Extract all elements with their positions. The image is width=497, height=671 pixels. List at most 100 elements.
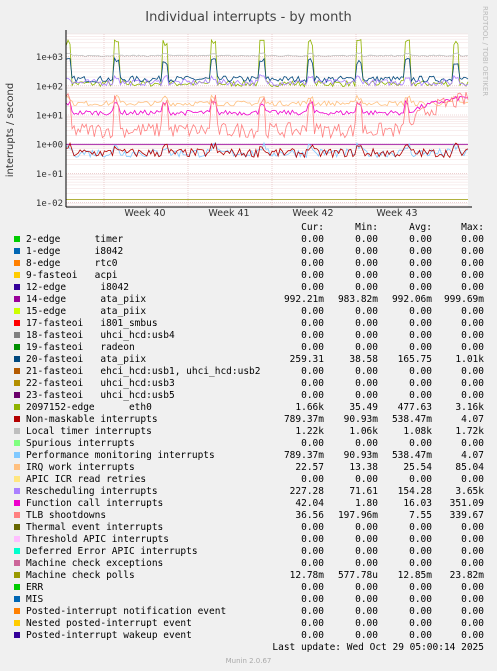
legend-value-avg: 0.00 <box>409 618 432 629</box>
legend-row: Posted-interrupt notification event 0.00 0… <box>0 606 497 618</box>
legend-row: Performance monitoring interrupts 789.37m… <box>0 450 497 462</box>
legend-value-cur: 259.31 <box>289 354 324 365</box>
legend-swatch <box>14 500 20 506</box>
legend-value-avg: 0.00 <box>409 270 432 281</box>
legend-row: Non-maskable interrupts 789.37m 90.93m 538.… <box>0 414 497 426</box>
legend-label: 2097152-edge eth0 <box>26 402 152 413</box>
x-tick-label: Week 43 <box>376 208 417 219</box>
legend-value-cur: 789.37m <box>283 450 324 461</box>
legend-row: Spurious interrupts 0.00 0.00 0.00 0.00 <box>0 438 497 450</box>
legend-swatch <box>14 236 20 242</box>
legend-swatch <box>14 548 20 554</box>
legend-row: 15-edge ata_piix 0.00 0.00 0.00 0.00 <box>0 306 497 318</box>
legend-row: 2-edge timer 0.00 0.00 0.00 0.00 <box>0 234 497 246</box>
legend-value-min: 0.00 <box>355 390 378 401</box>
legend-value-min: 0.00 <box>355 378 378 389</box>
legend-value-cur: 1.22k <box>295 426 324 437</box>
legend-label: Machine check exceptions <box>26 558 164 569</box>
legend-value-avg: 165.75 <box>397 354 432 365</box>
legend-swatch <box>14 572 20 578</box>
plot-background <box>66 34 468 207</box>
legend-value-avg: 0.00 <box>409 546 432 557</box>
y-tick-label: 1e+00 <box>36 141 63 151</box>
legend-value-cur: 12.78m <box>289 570 324 581</box>
legend-value-max: 999.69m <box>443 294 484 305</box>
legend-label: Local timer interrupts <box>26 426 152 437</box>
legend-row: 14-edge ata_piix 992.21m 983.82m 992.06m 999… <box>0 294 497 306</box>
legend-value-avg: 0.00 <box>409 438 432 449</box>
legend-value-min: 0.00 <box>355 270 378 281</box>
legend-value-cur: 0.00 <box>301 630 324 641</box>
legend-swatch <box>14 272 20 278</box>
legend-swatch <box>14 596 20 602</box>
legend-value-cur: 0.00 <box>301 582 324 593</box>
legend-value-cur: 36.56 <box>295 510 324 521</box>
legend-label: 20-fasteoi ata_piix <box>26 354 147 365</box>
x-tick-label: Week 41 <box>208 208 249 219</box>
legend-value-avg: 0.00 <box>409 390 432 401</box>
legend-value-min: 0.00 <box>355 630 378 641</box>
legend-value-max: 0.00 <box>461 522 484 533</box>
legend-value-cur: 0.00 <box>301 342 324 353</box>
y-tick-label: 1e+03 <box>36 53 63 63</box>
legend-label: ERR <box>26 582 44 593</box>
legend-value-max: 0.00 <box>461 390 484 401</box>
legend-value-cur: 0.00 <box>301 594 324 605</box>
legend-label: 18-fasteoi uhci_hcd:usb4 <box>26 330 175 341</box>
legend-value-max: 0.00 <box>461 246 484 257</box>
legend-value-cur: 1.66k <box>295 402 324 413</box>
legend-value-min: 90.93m <box>343 414 378 425</box>
legend-value-min: 577.78u <box>337 570 378 581</box>
legend-swatch <box>14 536 20 542</box>
legend-value-avg: 0.00 <box>409 318 432 329</box>
legend-value-min: 0.00 <box>355 594 378 605</box>
legend-column-header: Avg: <box>409 222 432 233</box>
legend-value-min: 1.80 <box>355 498 378 509</box>
last-update: Last update: Wed Oct 29 05:00:14 2025 <box>272 642 484 653</box>
legend-value-min: 1.06k <box>349 426 378 437</box>
legend-swatch <box>14 344 20 350</box>
legend-swatch <box>14 356 20 362</box>
legend-value-cur: 0.00 <box>301 474 324 485</box>
legend-value-cur: 0.00 <box>301 330 324 341</box>
legend-value-avg: 0.00 <box>409 258 432 269</box>
legend-label: Machine check polls <box>26 570 135 581</box>
legend-value-cur: 22.57 <box>295 462 324 473</box>
legend-label: Threshold APIC interrupts <box>26 534 169 545</box>
legend-value-max: 0.00 <box>461 558 484 569</box>
legend-row: 21-fasteoi ehci_hcd:usb1, uhci_hcd:usb2 0… <box>0 366 497 378</box>
legend-row: 9-fasteoi acpi 0.00 0.00 0.00 0.00 <box>0 270 497 282</box>
legend-row: ERR 0.00 0.00 0.00 0.00 <box>0 582 497 594</box>
legend-row: 18-fasteoi uhci_hcd:usb4 0.00 0.00 0.00 0.00 <box>0 330 497 342</box>
legend-value-min: 38.58 <box>349 354 378 365</box>
legend-value-cur: 0.00 <box>301 438 324 449</box>
y-tick-label: 1e-01 <box>36 170 63 180</box>
legend-value-avg: 1.08k <box>403 426 432 437</box>
legend-value-min: 35.49 <box>349 402 378 413</box>
legend-value-avg: 0.00 <box>409 558 432 569</box>
legend-value-avg: 25.54 <box>403 462 432 473</box>
legend-label: 19-fasteoi radeon <box>26 342 135 353</box>
legend-row: Function call interrupts 42.04 1.80 16.03 35… <box>0 498 497 510</box>
legend-header: Cur: Min: Avg: Max: <box>0 222 497 234</box>
legend-value-max: 0.00 <box>461 258 484 269</box>
legend-label: Thermal event interrupts <box>26 522 164 533</box>
y-tick-label: 1e-02 <box>36 199 63 209</box>
legend-label: 8-edge rtc0 <box>26 258 118 269</box>
legend-value-min: 0.00 <box>355 318 378 329</box>
legend-value-max: 3.16k <box>455 402 484 413</box>
legend-value-cur: 0.00 <box>301 378 324 389</box>
legend-value-min: 90.93m <box>343 450 378 461</box>
legend-value-avg: 0.00 <box>409 330 432 341</box>
legend-value-avg: 0.00 <box>409 246 432 257</box>
legend-value-avg: 0.00 <box>409 534 432 545</box>
legend-value-min: 0.00 <box>355 366 378 377</box>
legend-label: Rescheduling interrupts <box>26 486 158 497</box>
legend-value-cur: 0.00 <box>301 606 324 617</box>
legend-label: MIS <box>26 594 44 605</box>
legend-value-min: 0.00 <box>355 258 378 269</box>
legend-row: APIC ICR read retries 0.00 0.00 0.00 0.00 <box>0 474 497 486</box>
legend-swatch <box>14 416 20 422</box>
legend-value-max: 0.00 <box>461 270 484 281</box>
legend-value-cur: 0.00 <box>301 246 324 257</box>
